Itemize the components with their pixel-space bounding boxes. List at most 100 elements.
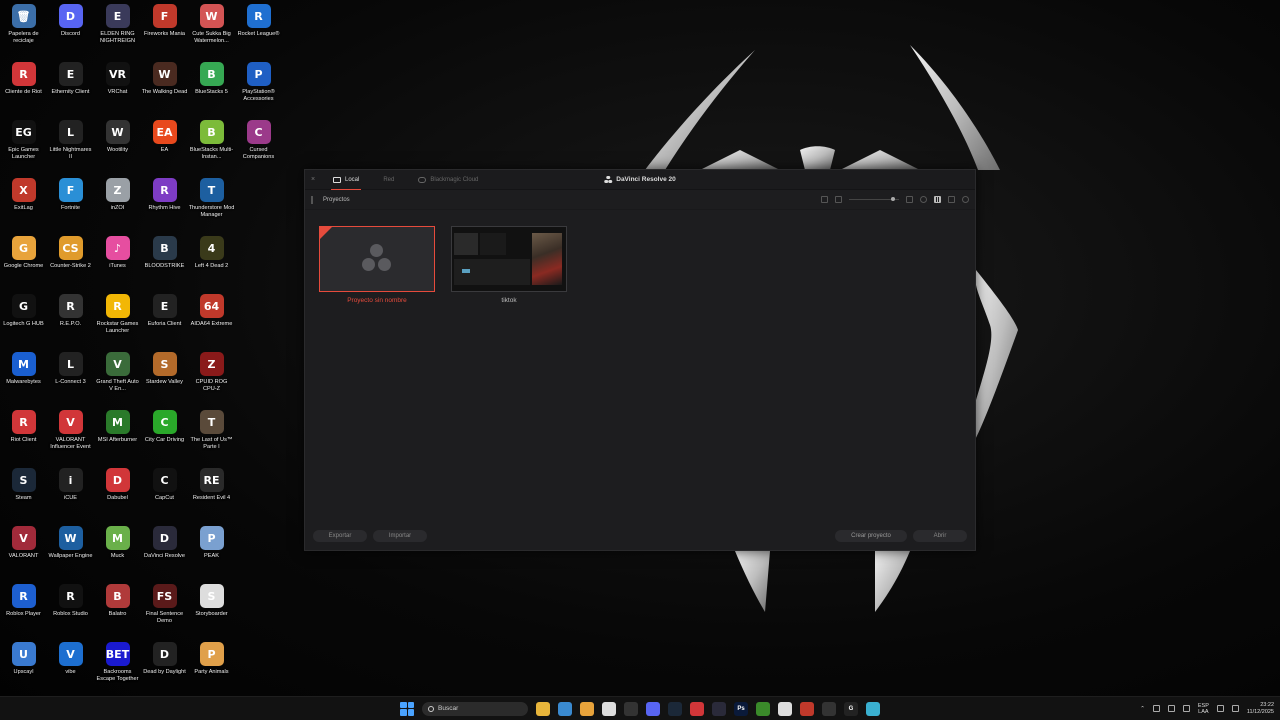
desktop-shortcut[interactable]: P PlayStation® Accessories: [235, 58, 282, 116]
desktop-shortcut[interactable]: D Dead by Daylight: [141, 638, 188, 696]
desktop-shortcut[interactable]: X ExitLag: [0, 174, 47, 232]
discord-icon[interactable]: [646, 701, 660, 716]
export-button[interactable]: Exportar: [313, 530, 367, 542]
desktop-shortcut[interactable]: S Steam: [0, 464, 47, 522]
desktop-shortcut[interactable]: E Ethernity Client: [47, 58, 94, 116]
desktop-shortcut[interactable]: ♪ iTunes: [94, 232, 141, 290]
riot-icon[interactable]: [690, 701, 704, 716]
tray-network-icon[interactable]: [1182, 705, 1190, 712]
desktop-shortcut[interactable]: B BLOODSTRIKE: [141, 232, 188, 290]
desktop-shortcut[interactable]: S Stardew Valley: [141, 348, 188, 406]
epic-icon[interactable]: [822, 701, 836, 716]
logitech-icon[interactable]: G: [844, 701, 858, 716]
info-icon[interactable]: [920, 196, 927, 203]
keyboard-icon[interactable]: [624, 701, 638, 716]
desktop-shortcut[interactable]: F Fortnite: [47, 174, 94, 232]
desktop-shortcut[interactable]: R Roblox Player: [0, 580, 47, 638]
desktop-shortcut[interactable]: EG Epic Games Launcher: [0, 116, 47, 174]
desktop-shortcut[interactable]: C Cursed Companions: [235, 116, 282, 174]
desktop-shortcut[interactable]: G Google Chrome: [0, 232, 47, 290]
project-card[interactable]: tiktok: [451, 226, 567, 304]
desktop-shortcut[interactable]: R Rocket League®: [235, 0, 282, 58]
photoshop-icon[interactable]: Ps: [734, 701, 748, 716]
desktop-shortcut[interactable]: L L-Connect 3: [47, 348, 94, 406]
exitlag-icon[interactable]: [800, 701, 814, 716]
search-icon[interactable]: [962, 196, 969, 203]
desktop-shortcut[interactable]: ZinZOI: [94, 174, 141, 232]
desktop-shortcut[interactable]: T Thunderstore Mod Manager: [188, 174, 235, 232]
davinci-icon[interactable]: [712, 701, 726, 716]
desktop-shortcut[interactable]: BET Backrooms Escape Together: [94, 638, 141, 696]
desktop-shortcut[interactable]: R Cliente de Riot: [0, 58, 47, 116]
wifi-icon[interactable]: [1216, 705, 1224, 712]
desktop-shortcut[interactable]: P PEAK: [188, 522, 235, 580]
desktop-shortcut[interactable]: EA EA: [141, 116, 188, 174]
desktop-shortcut[interactable]: F Fireworks Mania: [141, 0, 188, 58]
desktop-shortcut[interactable]: V VALORANT: [0, 522, 47, 580]
desktop-shortcut[interactable]: VR VRChat: [94, 58, 141, 116]
tray-app-icon[interactable]: [1152, 705, 1160, 712]
desktop-shortcut[interactable]: 🗑 Papelera de reciclaje: [0, 0, 47, 58]
desktop-shortcut[interactable]: 64 AIDA64 Extreme: [188, 290, 235, 348]
desktop-shortcut[interactable]: Vvibe: [47, 638, 94, 696]
tray-device-icon[interactable]: [1167, 705, 1175, 712]
notepad-icon[interactable]: [866, 701, 880, 716]
store-icon[interactable]: [602, 701, 616, 716]
minecraft-icon[interactable]: [756, 701, 770, 716]
desktop-shortcut[interactable]: C City Car Driving: [141, 406, 188, 464]
thumbnail-size-slider[interactable]: [849, 197, 899, 201]
desktop-shortcut[interactable]: M MSI Afterburner: [94, 406, 141, 464]
taskbar-search[interactable]: Buscar: [422, 701, 528, 716]
desktop-shortcut[interactable]: D Discord: [47, 0, 94, 58]
list-view-icon[interactable]: [948, 196, 955, 203]
desktop-shortcut[interactable]: L Little Nightmares II: [47, 116, 94, 174]
import-button[interactable]: Importar: [373, 530, 427, 542]
desktop-shortcut[interactable]: R Rockstar Games Launcher: [94, 290, 141, 348]
desktop-shortcut[interactable]: D DaVinci Resolve: [141, 522, 188, 580]
sidebar-toggle-icon[interactable]: [311, 195, 315, 204]
tab-local[interactable]: Local: [321, 170, 371, 190]
desktop-shortcut[interactable]: U Upscayl: [0, 638, 47, 696]
open-button[interactable]: Abrir: [913, 530, 967, 542]
desktop-shortcut[interactable]: W The Walking Dead: [141, 58, 188, 116]
desktop-shortcut[interactable]: P Party Animals: [188, 638, 235, 696]
desktop-shortcut[interactable]: RE Resident Evil 4: [188, 464, 235, 522]
create-project-button[interactable]: Crear proyecto: [835, 530, 907, 542]
folder-view-icon[interactable]: [835, 196, 842, 203]
desktop-shortcut[interactable]: B Balatro: [94, 580, 141, 638]
roblox-studio-icon[interactable]: [778, 701, 792, 716]
clock[interactable]: 23:22 11/12/2025: [1247, 702, 1274, 716]
desktop-shortcut[interactable]: V VALORANT Influencer Event: [47, 406, 94, 464]
desktop-shortcut[interactable]: i iCUE: [47, 464, 94, 522]
desktop-shortcut[interactable]: B BlueStacks 5: [188, 58, 235, 116]
language-indicator[interactable]: ESP LAA: [1198, 703, 1209, 715]
sort-icon[interactable]: [906, 196, 913, 203]
desktop-shortcut[interactable]: W Wootility: [94, 116, 141, 174]
project-card[interactable]: Proyecto sin nombre: [319, 226, 435, 304]
tab-cloud[interactable]: Blackmagic Cloud: [406, 170, 490, 190]
grid-view-icon[interactable]: [934, 196, 941, 203]
chevron-up-icon[interactable]: ⌃: [1140, 706, 1145, 712]
desktop-shortcut[interactable]: D Dabubel: [94, 464, 141, 522]
desktop-shortcut[interactable]: C CapCut: [141, 464, 188, 522]
desktop-shortcut[interactable]: W Wallpaper Engine: [47, 522, 94, 580]
close-button[interactable]: ×: [305, 176, 321, 183]
desktop-shortcut[interactable]: R Roblox Studio: [47, 580, 94, 638]
desktop-shortcut[interactable]: E ELDEN RING NIGHTREIGN: [94, 0, 141, 58]
volume-icon[interactable]: [1231, 705, 1239, 712]
start-button[interactable]: [400, 701, 414, 716]
desktop-shortcut[interactable]: M Malwarebytes: [0, 348, 47, 406]
file-explorer-icon[interactable]: [536, 701, 550, 716]
steam-icon[interactable]: [668, 701, 682, 716]
desktop-shortcut[interactable]: E Euforia Client: [141, 290, 188, 348]
photos-icon[interactable]: [558, 701, 572, 716]
desktop-shortcut[interactable]: S Storyboarder: [188, 580, 235, 638]
desktop-shortcut[interactable]: W Cute Sukka Big Watermelon...: [188, 0, 235, 58]
desktop-shortcut[interactable]: Z CPUID ROG CPU-Z: [188, 348, 235, 406]
desktop-shortcut[interactable]: V Grand Theft Auto V En...: [94, 348, 141, 406]
desktop-shortcut[interactable]: G Logitech G HUB: [0, 290, 47, 348]
desktop-shortcut[interactable]: M Muck: [94, 522, 141, 580]
desktop-shortcut[interactable]: B BlueStacks Multi-Instan...: [188, 116, 235, 174]
chrome-icon[interactable]: [580, 701, 594, 716]
tab-network[interactable]: Red: [371, 170, 406, 190]
